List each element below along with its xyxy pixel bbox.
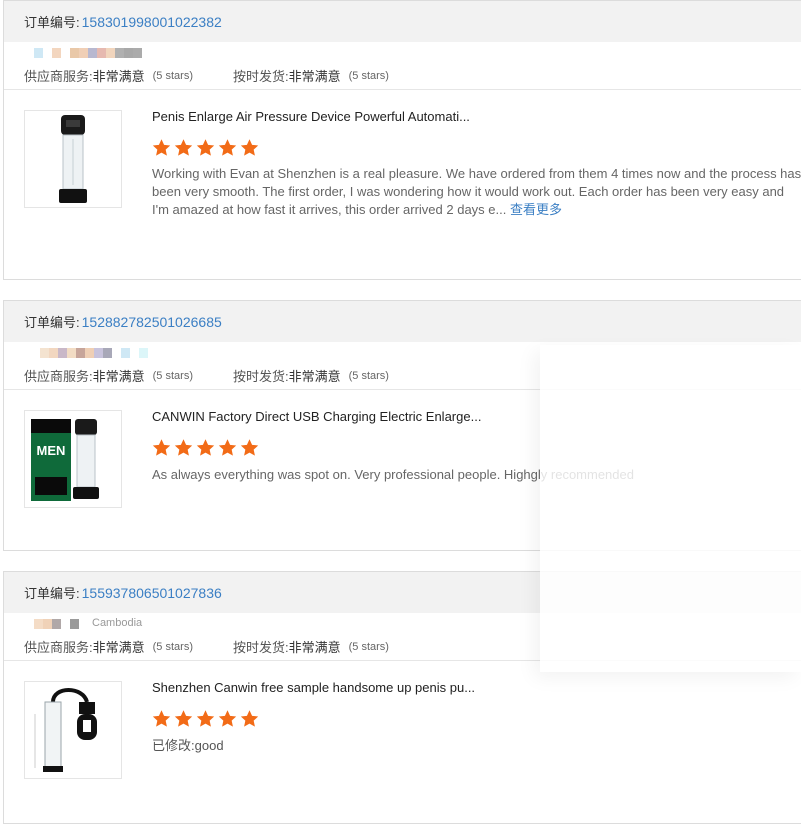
review-text: As always everything was spot on. Very p… [152,466,801,484]
black-pump-icon [59,115,87,203]
buyer-info [4,342,801,362]
order-number-link[interactable]: 155937806501027836 [82,585,222,601]
review-text: Working with Evan at Shenzhen is a real … [152,165,801,219]
product-thumbnail[interactable] [24,110,122,208]
buyer-info: Cambodia [4,613,801,633]
on-time-stars: (5 stars) [348,640,389,653]
modified-prefix: 已修改: [152,738,195,753]
blurred-buyer-name [40,348,148,358]
on-time-stars: (5 stars) [348,69,389,82]
star-icon [174,710,193,727]
product-title-link[interactable]: CANWIN Factory Direct USB Charging Elect… [152,409,481,424]
star-icon [196,439,215,456]
seller-ratings: 供应商服务: 非常满意 (5 stars) 按时发货: 非常满意 (5 star… [4,362,801,390]
manual-pump-icon [34,688,97,772]
product-thumbnail[interactable]: MEN [24,410,122,508]
star-icon [240,710,259,727]
star-icon [152,139,171,156]
star-icon [218,710,237,727]
star-rating [151,438,260,458]
order-card: 订单编号: 158301998001022382 供应商服务: 非常满意 (5 … [3,0,801,280]
supplier-service-stars: (5 stars) [152,369,193,382]
order-card: 订单编号: 152882782501026685 供应商服务: 非常满意 (5 … [3,300,801,551]
supplier-service-stars: (5 stars) [152,69,193,82]
on-time-label: 按时发货: [232,640,289,655]
star-icon [174,139,193,156]
on-time-stars: (5 stars) [348,369,389,382]
on-time-label: 按时发货: [232,369,289,384]
blurred-buyer-name [34,48,142,58]
star-icon [218,439,237,456]
supplier-service-label: 供应商服务: [24,369,93,384]
star-rating [151,709,260,729]
review-content: As always everything was spot on. Very p… [152,467,634,482]
star-icon [152,710,171,727]
supplier-service-value: 非常满意 [92,69,145,84]
star-icon [240,139,259,156]
on-time-value: 非常满意 [288,69,341,84]
star-icon [196,710,215,727]
supplier-service-label: 供应商服务: [24,69,93,84]
on-time-value: 非常满意 [288,369,341,384]
star-icon [240,439,259,456]
supplier-service-label: 供应商服务: [24,640,93,655]
review-content: Working with Evan at Shenzhen is a real … [152,166,801,217]
view-more-link[interactable]: 查看更多 [510,202,562,217]
supplier-service-value: 非常满意 [92,369,145,384]
star-icon [174,439,193,456]
order-number-label: 订单编号: [24,586,80,601]
supplier-service-value: 非常满意 [92,640,145,655]
buyer-country: Cambodia [92,617,143,629]
order-header: 订单编号: 158301998001022382 [4,1,801,42]
supplier-service-stars: (5 stars) [152,640,193,653]
seller-ratings: 供应商服务: 非常满意 (5 stars) 按时发货: 非常满意 (5 star… [4,62,801,90]
product-title-link[interactable]: Shenzhen Canwin free sample handsome up … [152,680,475,695]
box-brand-text: MEN [37,443,66,458]
star-rating [151,138,260,158]
star-icon [196,139,215,156]
star-icon [152,439,171,456]
blurred-buyer-name [34,619,79,629]
order-card: 订单编号: 155937806501027836 Cambodia 供应商服务:… [3,571,801,824]
review-text: 已修改:good [152,737,801,755]
on-time-label: 按时发货: [232,69,289,84]
order-number-label: 订单编号: [24,315,80,330]
on-time-value: 非常满意 [288,640,341,655]
buyer-info [4,42,801,62]
star-icon [218,139,237,156]
review-content: good [194,738,224,753]
order-number-link[interactable]: 158301998001022382 [82,14,222,30]
order-number-label: 订单编号: [24,15,80,30]
product-title-link[interactable]: Penis Enlarge Air Pressure Device Powerf… [152,109,470,124]
order-header: 订单编号: 152882782501026685 [4,301,801,342]
order-number-link[interactable]: 152882782501026685 [82,314,222,330]
boxed-pump-icon: MEN [31,419,99,501]
product-thumbnail[interactable] [24,681,122,779]
order-header: 订单编号: 155937806501027836 [4,572,801,613]
seller-ratings: 供应商服务: 非常满意 (5 stars) 按时发货: 非常满意 (5 star… [4,633,801,661]
